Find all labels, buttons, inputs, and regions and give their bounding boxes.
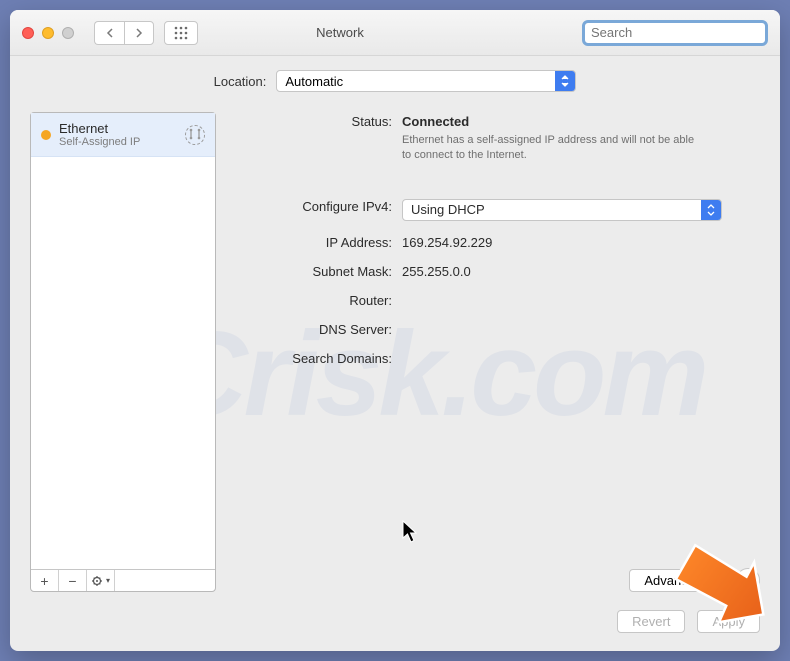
dns-label: DNS Server: xyxy=(232,320,402,337)
subnet-label: Subnet Mask: xyxy=(232,262,402,279)
location-value: Automatic xyxy=(285,74,343,89)
status-value: Connected xyxy=(402,114,760,129)
service-actions-button[interactable]: ▾ xyxy=(87,570,115,591)
minimize-window-button[interactable] xyxy=(42,27,54,39)
status-row: Status: Connected Ethernet has a self-as… xyxy=(232,112,760,163)
service-name: Ethernet xyxy=(59,121,177,136)
router-value xyxy=(402,291,760,308)
status-label: Status: xyxy=(232,112,402,163)
status-value-wrap: Connected Ethernet has a self-assigned I… xyxy=(402,112,760,163)
search-field-wrap[interactable] xyxy=(582,20,768,46)
remove-service-button[interactable]: − xyxy=(59,570,87,591)
subnet-value: 255.255.0.0 xyxy=(402,262,760,279)
titlebar: Network xyxy=(10,10,780,56)
configure-value-wrap: Using DHCP xyxy=(402,197,760,221)
dns-row: DNS Server: xyxy=(232,320,760,337)
service-item-ethernet[interactable]: Ethernet Self-Assigned IP xyxy=(31,113,215,157)
services-list: Ethernet Self-Assigned IP xyxy=(31,113,215,569)
subnet-row: Subnet Mask: 255.255.0.0 xyxy=(232,262,760,279)
router-label: Router: xyxy=(232,291,402,308)
ip-label: IP Address: xyxy=(232,233,402,250)
status-caption: Ethernet has a self-assigned IP address … xyxy=(402,133,702,163)
dns-value xyxy=(402,320,760,337)
chevron-updown-icon xyxy=(555,71,575,91)
service-text: Ethernet Self-Assigned IP xyxy=(59,121,177,148)
service-subtitle: Self-Assigned IP xyxy=(59,136,177,148)
services-sidebar: Ethernet Self-Assigned IP + xyxy=(30,112,216,592)
gear-icon xyxy=(91,574,105,588)
configure-value: Using DHCP xyxy=(411,202,485,217)
domains-value xyxy=(402,349,760,366)
domains-label: Search Domains: xyxy=(232,349,402,366)
domains-row: Search Domains: xyxy=(232,349,760,366)
status-dot-icon xyxy=(41,130,51,140)
sidebar-toolbar: + − ▾ xyxy=(31,569,215,591)
ip-row: IP Address: 169.254.92.229 xyxy=(232,233,760,250)
details-panel: Status: Connected Ethernet has a self-as… xyxy=(232,112,760,592)
configure-row: Configure IPv4: Using DHCP xyxy=(232,197,760,221)
configure-label: Configure IPv4: xyxy=(232,197,402,221)
ethernet-port-icon xyxy=(185,125,205,145)
location-label: Location: xyxy=(214,74,267,89)
router-row: Router: xyxy=(232,291,760,308)
main-row: Ethernet Self-Assigned IP + xyxy=(30,112,760,592)
configure-select[interactable]: Using DHCP xyxy=(402,199,722,221)
cursor-icon xyxy=(402,520,422,546)
location-row: Location: Automatic xyxy=(30,70,760,92)
add-service-button[interactable]: + xyxy=(31,570,59,591)
callout-arrow-icon xyxy=(662,527,772,637)
close-window-button[interactable] xyxy=(22,27,34,39)
window-title: Network xyxy=(98,25,582,40)
maximize-window-button xyxy=(62,27,74,39)
location-select[interactable]: Automatic xyxy=(276,70,576,92)
traffic-lights xyxy=(22,27,74,39)
chevron-updown-icon xyxy=(701,200,721,220)
search-input[interactable] xyxy=(591,25,767,40)
footer-row: Revert Apply xyxy=(30,592,760,633)
ip-value: 169.254.92.229 xyxy=(402,233,760,250)
